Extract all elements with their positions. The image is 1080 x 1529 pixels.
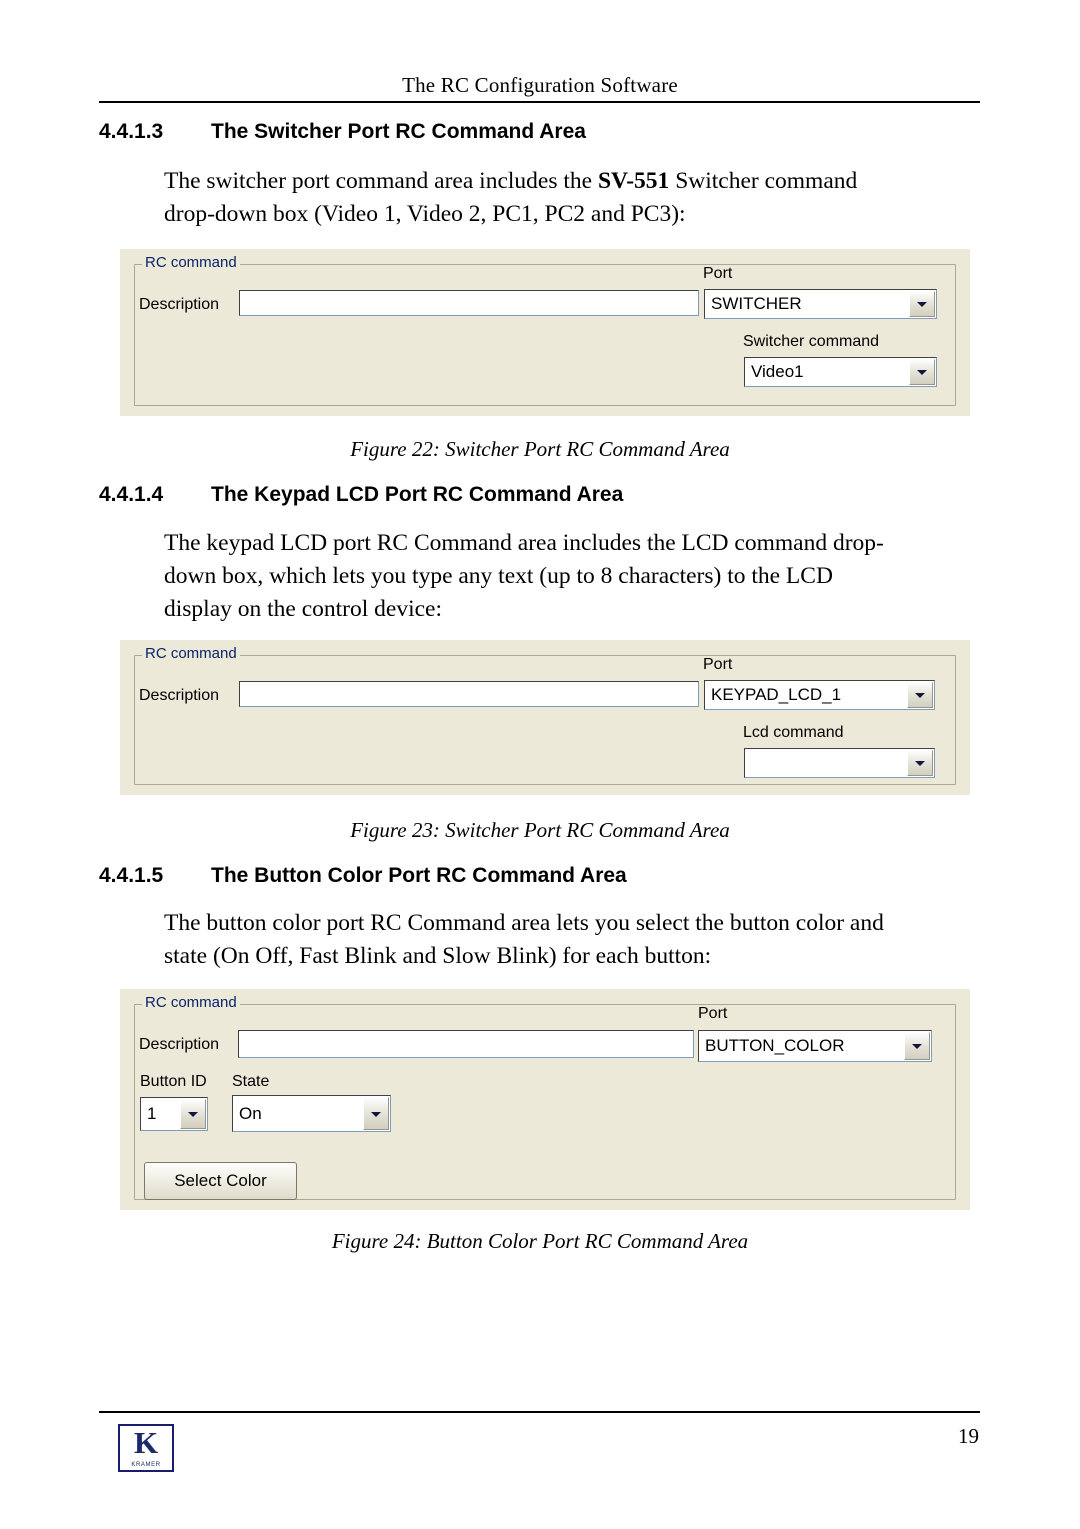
rc-command-group-title: RC command [142,254,240,271]
description-label: Description [139,296,220,313]
description-input[interactable] [239,290,699,316]
paragraph-text-b: down box, which lets you type any text (… [164,563,833,589]
section-number: 4.4.1.5 [99,864,164,887]
switcher-command-combobox[interactable]: Video1 [744,357,937,387]
chevron-down-icon[interactable] [363,1097,389,1130]
figure-23-dialog: RC command Description Port KEYPAD_LCD_1… [120,640,970,795]
section-title: The Keypad LCD Port RC Command Area [211,483,624,506]
switcher-command-value: Video1 [751,362,804,381]
kramer-logo: K KRAMER [118,1424,174,1472]
paragraph-4-4-1-5: The button color port RC Command area le… [164,907,994,973]
select-color-label: Select Color [174,1171,267,1190]
port-combobox[interactable]: KEYPAD_LCD_1 [704,680,935,710]
document-page: The RC Configuration Software 4.4.1.3 The… [0,0,1080,1529]
paragraph-text-c: drop-down box (Video 1, Video 2, PC1, PC… [164,201,686,227]
chevron-down-icon[interactable] [907,750,933,776]
section-heading-4-4-1-3: 4.4.1.3 The Switcher Port RC Command Area [99,120,586,144]
port-label: Port [703,265,733,282]
chevron-down-icon[interactable] [909,291,935,317]
paragraph-text-b: Switcher command [669,168,858,194]
figure-22-caption: Figure 22: Switcher Port RC Command Area [350,437,730,461]
button-id-value: 1 [147,1104,157,1123]
port-label: Port [703,656,733,673]
lcd-command-label: Lcd command [743,724,844,741]
state-label: State [232,1073,270,1090]
page-number: 19 [958,1424,979,1448]
section-number: 4.4.1.3 [99,120,164,143]
figure-24-dialog: RC command Description Port BUTTON_COLOR… [120,989,970,1210]
chevron-down-icon[interactable] [907,682,933,708]
paragraph-text-c: display on the control device: [164,596,443,622]
description-input[interactable] [238,1030,694,1058]
section-title: The Button Color Port RC Command Area [211,864,627,887]
port-combobox[interactable]: SWITCHER [704,289,937,319]
figure-24-caption: Figure 24: Button Color Port RC Command … [331,1229,749,1253]
section-heading-4-4-1-4: 4.4.1.4 The Keypad LCD Port RC Command Ar… [99,483,623,507]
port-combobox[interactable]: BUTTON_COLOR [698,1030,932,1062]
figure-22-dialog: RC command Description Port SWITCHER Swi… [120,249,970,416]
running-head: The RC Configuration Software [402,73,678,97]
footer-divider [99,1411,980,1413]
port-label: Port [698,1005,728,1022]
description-input[interactable] [239,681,699,707]
switcher-command-label: Switcher command [743,333,880,350]
button-id-combobox[interactable]: 1 [140,1097,208,1131]
section-heading-4-4-1-5: 4.4.1.5 The Button Color Port RC Command … [99,864,627,888]
description-label: Description [139,1036,220,1053]
figure-23-caption: Figure 23: Switcher Port RC Command Area [350,818,730,842]
port-value: BUTTON_COLOR [705,1036,845,1055]
paragraph-text-b: state (On Off, Fast Blink and Slow Blink… [164,943,712,969]
product-name: SV-551 [597,168,670,194]
rc-command-group-title: RC command [142,994,240,1011]
paragraph-text-a: The keypad LCD port RC Command area incl… [164,530,884,556]
lcd-command-combobox[interactable] [744,748,935,778]
logo-brand: KRAMER [131,1462,161,1468]
chevron-down-icon[interactable] [909,359,935,385]
paragraph-text-a: The button color port RC Command area le… [164,910,884,936]
paragraph-text-a: The switcher port command area includes … [164,168,598,194]
port-value: KEYPAD_LCD_1 [711,685,842,704]
chevron-down-icon[interactable] [180,1099,206,1129]
rc-command-group-title: RC command [142,645,240,662]
paragraph-4-4-1-4: The keypad LCD port RC Command area incl… [164,527,984,626]
paragraph-4-4-1-3: The switcher port command area includes … [164,165,994,231]
header-divider [99,101,980,103]
logo-letter: K [133,1425,159,1460]
description-label: Description [139,687,220,704]
chevron-down-icon[interactable] [904,1032,930,1060]
section-number: 4.4.1.4 [99,483,164,506]
select-color-button[interactable]: Select Color [144,1162,297,1200]
button-id-label: Button ID [140,1073,207,1090]
state-value: On [239,1103,262,1123]
port-value: SWITCHER [711,294,802,313]
state-combobox[interactable]: On [232,1095,391,1132]
section-title: The Switcher Port RC Command Area [211,120,586,143]
